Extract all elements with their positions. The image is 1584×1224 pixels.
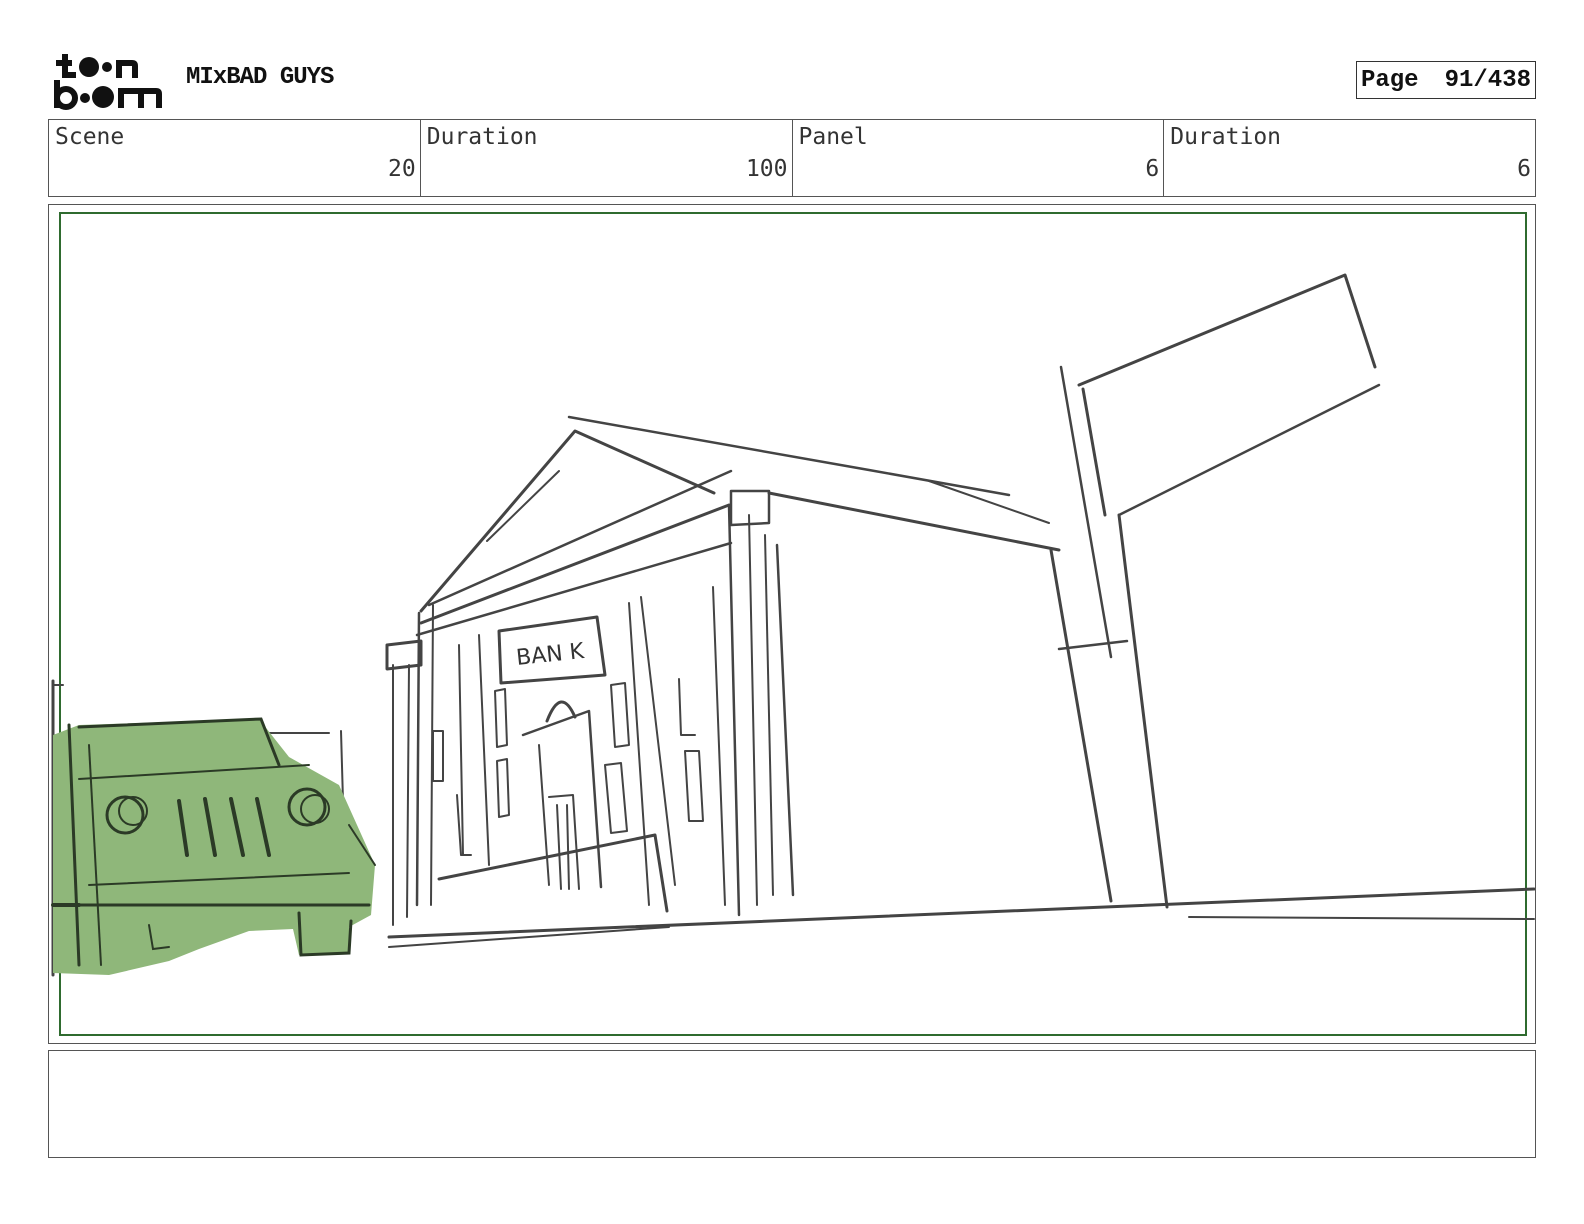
page-indicator: Page 91/438 <box>1356 61 1536 99</box>
storyboard-panel: BAN K <box>48 204 1536 1044</box>
scene-duration-cell: Duration 100 <box>421 120 793 196</box>
scene-cell: Scene 20 <box>49 120 421 196</box>
scene-duration-value: 100 <box>745 156 788 182</box>
toonboom-logo <box>54 54 162 110</box>
scene-info-table: Scene 20 Duration 100 Panel 6 Duration 6 <box>48 119 1536 197</box>
scene-label: Scene <box>55 124 125 150</box>
panel-sketch: BAN K <box>51 212 1535 1036</box>
panel-duration-cell: Duration 6 <box>1164 120 1535 196</box>
panel-duration-label: Duration <box>1170 124 1282 150</box>
panel-notes[interactable] <box>48 1050 1536 1158</box>
project-title: MIxBAD GUYS <box>186 64 334 91</box>
scene-duration-label: Duration <box>426 124 538 150</box>
bank-sign-text: BAN K <box>515 639 586 671</box>
panel-duration-value: 6 <box>1517 156 1531 182</box>
page-label: Page <box>1360 66 1419 94</box>
page-number: 91/438 <box>1444 66 1531 94</box>
panel-value: 6 <box>1145 156 1160 182</box>
scene-value: 20 <box>388 156 416 182</box>
panel-label: Panel <box>798 124 868 150</box>
panel-cell: Panel 6 <box>793 120 1165 196</box>
